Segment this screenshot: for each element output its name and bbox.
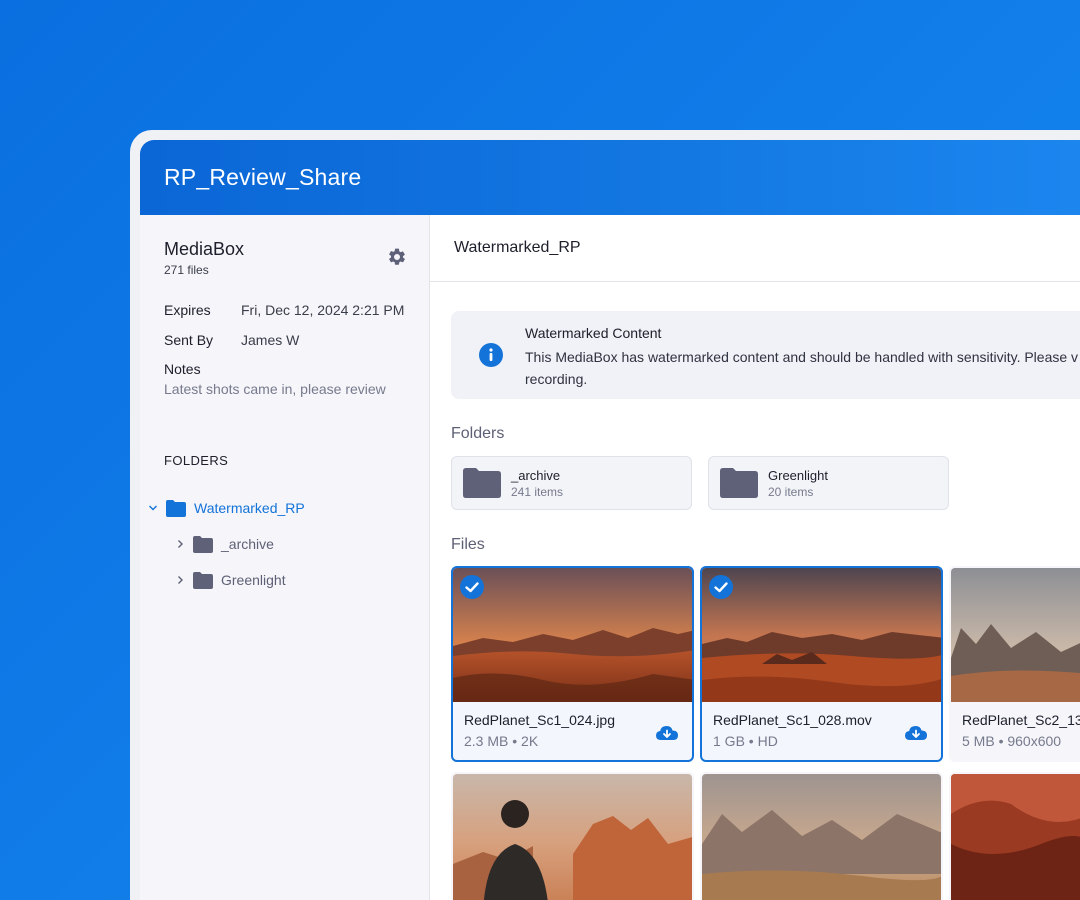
meta-value: James W [241,332,300,348]
meta-row-sent-by: Sent By James W [164,331,405,349]
meta-row-expires: Expires Fri, Dec 12, 2024 2:21 PM [164,301,405,319]
file-thumbnail [702,568,941,702]
folder-name: Greenlight [768,467,828,483]
mediabox-meta: Expires Fri, Dec 12, 2024 2:21 PM Sent B… [140,301,429,397]
meta-key: Sent By [164,332,214,348]
folder-icon [720,468,758,498]
checkmark-icon[interactable] [709,575,733,599]
folder-cards: _archive 241 items Greenlight 20 items [451,456,1080,510]
file-thumbnail [951,774,1080,900]
checkmark-icon[interactable] [460,575,484,599]
file-card[interactable]: RedPlanet_Sc1_028.mov 1 GB • HD [700,566,943,762]
tree-item-label: Watermarked_RP [194,500,305,516]
meta-key: Expires [164,302,211,318]
files-grid: RedPlanet_Sc1_024.jpg 2.3 MB • 2K RedPla… [451,566,1080,762]
notice-title: Watermarked Content [525,325,662,341]
notes-label: Notes [164,361,201,377]
meta-value: Fri, Dec 12, 2024 2:21 PM [241,302,405,318]
file-info: RedPlanet_Sc1_028.mov 1 GB • HD [702,702,941,749]
notice-text-line-1: This MediaBox has watermarked content an… [525,349,1079,365]
folder-icon [193,535,213,553]
cloud-download-icon[interactable] [656,724,678,742]
file-thumbnail [453,568,692,702]
file-thumbnail [951,568,1080,702]
gear-icon[interactable] [387,247,407,267]
folder-card-archive[interactable]: _archive 241 items [451,456,692,510]
folder-count: 20 items [768,484,814,499]
folder-icon [463,468,501,498]
main-panel: Watermarked_RP Watermarked Content This … [430,215,1080,900]
window-title: RP_Review_Share [164,164,362,190]
tree-item-watermarked-rp[interactable]: Watermarked_RP [140,490,429,526]
file-count: 271 files [164,263,209,277]
tree-item-archive[interactable]: _archive [140,526,429,562]
notes-text: Latest shots came in, please review [164,381,386,397]
tree-item-label: _archive [221,536,274,552]
file-card[interactable]: RedPlanet_Sc1_024.jpg 2.3 MB • 2K [451,566,694,762]
folder-card-text: Greenlight 20 items [768,468,828,499]
folder-icon [193,571,213,589]
main-content: Watermarked Content This MediaBox has wa… [430,282,1080,900]
chevron-right-icon[interactable] [173,573,187,587]
watermark-notice: Watermarked Content This MediaBox has wa… [451,311,1080,399]
folder-name: _archive [511,467,561,483]
file-card[interactable] [700,772,943,900]
cloud-download-icon[interactable] [905,724,927,742]
current-folder-title: Watermarked_RP [454,239,581,256]
files-section-label: Files [451,536,485,553]
file-card[interactable]: RedPlanet_Sc2_139. 5 MB • 960x600 [949,566,1080,762]
files-grid-row-2 [451,772,1080,900]
chevron-right-icon[interactable] [173,537,187,551]
tree-item-label: Greenlight [221,572,286,588]
title-bar: RP_Review_Share [140,140,1080,215]
window-frame: RP_Review_Share MediaBox 271 files Expir… [130,130,1080,900]
notice-body: Watermarked Content This MediaBox has wa… [525,325,1078,399]
mediabox-title: MediaBox [164,239,245,259]
folders-section-label: Folders [451,425,505,442]
file-name: RedPlanet_Sc2_139. [962,712,1080,728]
file-card[interactable] [451,772,694,900]
file-thumbnail [453,774,692,900]
folder-count: 241 items [511,484,564,499]
chevron-down-icon[interactable] [146,501,160,515]
sidebar-header: MediaBox 271 files [140,239,429,277]
folder-card-text: _archive 241 items [511,468,563,499]
body-area: MediaBox 271 files Expires Fri, Dec 12, … [140,215,1080,900]
file-card[interactable] [949,772,1080,900]
tree-item-greenlight[interactable]: Greenlight [140,562,429,598]
folder-card-greenlight[interactable]: Greenlight 20 items [708,456,949,510]
sidebar: MediaBox 271 files Expires Fri, Dec 12, … [140,215,430,900]
file-info: RedPlanet_Sc2_139. 5 MB • 960x600 [951,702,1080,749]
file-info: RedPlanet_Sc1_024.jpg 2.3 MB • 2K [453,702,692,749]
notice-text-line-2: recording. [525,371,588,387]
main-header: Watermarked_RP [430,215,1080,282]
folder-tree: Watermarked_RP _archive Greenlight [140,490,429,598]
folder-icon [166,499,186,517]
file-meta: 5 MB • 960x600 [962,733,1062,749]
app-window: RP_Review_Share MediaBox 271 files Expir… [140,140,1080,900]
info-icon [479,343,503,367]
folders-heading: FOLDERS [164,453,229,468]
file-thumbnail [702,774,941,900]
